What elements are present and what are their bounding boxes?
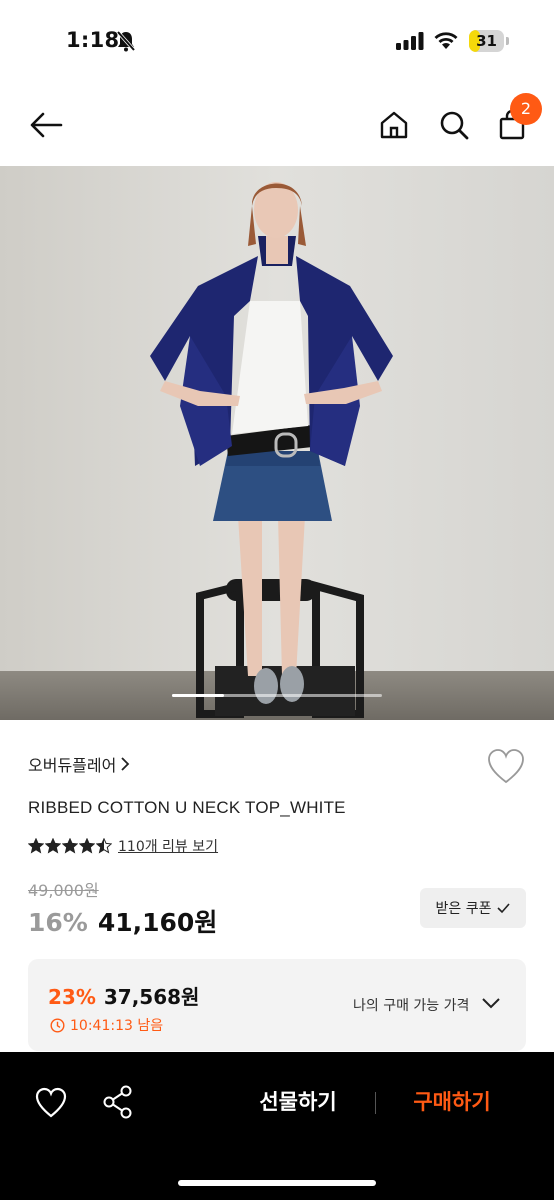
star-icon xyxy=(45,838,61,854)
timer-row: 10:41:13 남음 xyxy=(50,1015,163,1035)
battery-percent: 31 xyxy=(476,32,497,50)
status-time: 1:18 xyxy=(66,28,120,52)
home-button[interactable] xyxy=(372,103,416,147)
discount-rate: 16% xyxy=(28,908,88,937)
price-row: 16% 41,160원 xyxy=(28,903,217,939)
search-button[interactable] xyxy=(432,103,476,147)
home-icon xyxy=(380,111,408,139)
arrow-left-icon xyxy=(30,112,63,138)
home-indicator xyxy=(178,1180,376,1186)
original-price: 49,000원 xyxy=(28,881,99,900)
chevron-right-icon xyxy=(121,757,130,771)
star-icon xyxy=(28,838,44,854)
chevron-down-icon[interactable] xyxy=(481,997,501,1010)
star-icon xyxy=(79,838,95,854)
back-button[interactable] xyxy=(24,103,68,147)
bell-slash-icon xyxy=(116,30,136,52)
share-icon xyxy=(103,1085,132,1119)
member-price: 37,568원 xyxy=(103,985,200,1009)
top-nav: 2 xyxy=(0,84,554,166)
coupon-label: 받은 쿠폰 xyxy=(435,901,492,917)
brand-link[interactable]: 오버듀플레어 xyxy=(28,752,130,776)
cart-count-badge: 2 xyxy=(510,93,542,125)
member-price-box[interactable]: 23% 37,568원 10:41:13 남음 나의 구매 가능 가격 xyxy=(28,959,526,1051)
wifi-icon xyxy=(434,32,458,49)
product-name: RIBBED COTTON U NECK TOP_WHITE xyxy=(28,798,346,817)
star-icon xyxy=(62,838,78,854)
member-price-row: 23% 37,568원 xyxy=(48,981,199,1010)
review-link[interactable]: 110개 리뷰 보기 xyxy=(118,836,218,856)
star-rating xyxy=(28,838,112,854)
coupon-button[interactable]: 받은 쿠폰 xyxy=(420,888,526,928)
clock-icon xyxy=(50,1017,65,1033)
product-photo xyxy=(0,166,554,720)
star-icon xyxy=(96,838,112,854)
battery-icon: 31 xyxy=(469,30,509,52)
gift-button[interactable]: 선물하기 xyxy=(224,1086,372,1122)
wishlist-button[interactable] xyxy=(486,748,526,786)
share-button[interactable] xyxy=(102,1085,134,1119)
bottom-action-bar: 선물하기 구매하기 xyxy=(0,1052,554,1200)
sale-price: 41,160원 xyxy=(97,908,218,937)
buy-button[interactable]: 구매하기 xyxy=(392,1086,512,1122)
image-pager xyxy=(172,694,382,697)
member-discount: 23% xyxy=(48,985,96,1009)
status-bar: 1:18 31 xyxy=(0,0,554,84)
check-icon xyxy=(497,902,511,913)
heart-icon xyxy=(488,749,524,784)
search-icon xyxy=(440,111,469,140)
bottom-wishlist-button[interactable] xyxy=(34,1087,68,1119)
heart-icon xyxy=(35,1087,67,1118)
product-image[interactable] xyxy=(0,166,554,720)
brand-name: 오버듀플레어 xyxy=(28,756,117,775)
member-price-label: 나의 구매 가능 가격 xyxy=(353,998,470,1014)
rating-row: 110개 리뷰 보기 xyxy=(28,836,218,856)
countdown-timer: 10:41:13 남음 xyxy=(70,1018,164,1034)
signal-icon xyxy=(396,32,424,50)
divider xyxy=(375,1092,376,1114)
